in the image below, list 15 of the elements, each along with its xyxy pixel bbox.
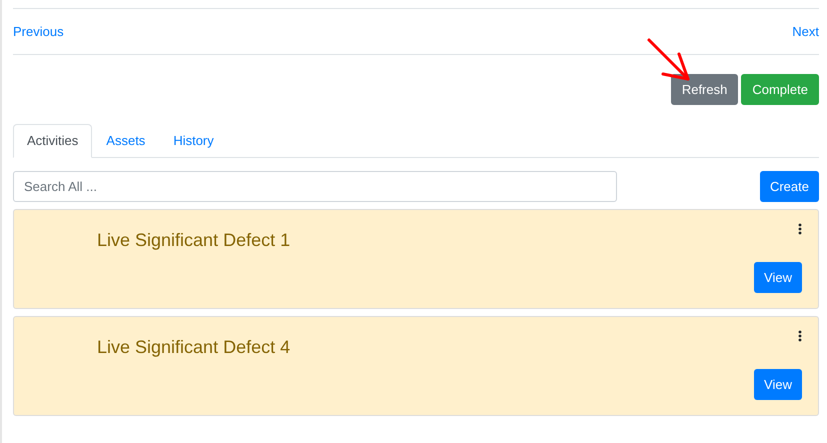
refresh-button[interactable]: Refresh bbox=[670, 74, 738, 105]
tab[interactable]: Assets bbox=[92, 124, 160, 158]
more-options-icon[interactable] bbox=[798, 223, 802, 235]
next-link[interactable]: Next bbox=[792, 22, 819, 42]
activity-title: Live Significant Defect 4 bbox=[97, 336, 292, 359]
complete-button[interactable]: Complete bbox=[741, 74, 819, 105]
more-options-icon[interactable] bbox=[798, 330, 802, 342]
activity-title: Live Significant Defect 1 bbox=[97, 229, 292, 252]
view-button[interactable]: View bbox=[754, 262, 802, 293]
search-field[interactable]: Search All ... bbox=[13, 171, 617, 202]
tab[interactable]: Activities bbox=[13, 124, 92, 158]
tab[interactable]: History bbox=[159, 124, 228, 158]
previous-link[interactable]: Previous bbox=[13, 22, 64, 42]
view-button[interactable]: View bbox=[754, 369, 802, 400]
create-button[interactable]: Create bbox=[760, 171, 819, 202]
